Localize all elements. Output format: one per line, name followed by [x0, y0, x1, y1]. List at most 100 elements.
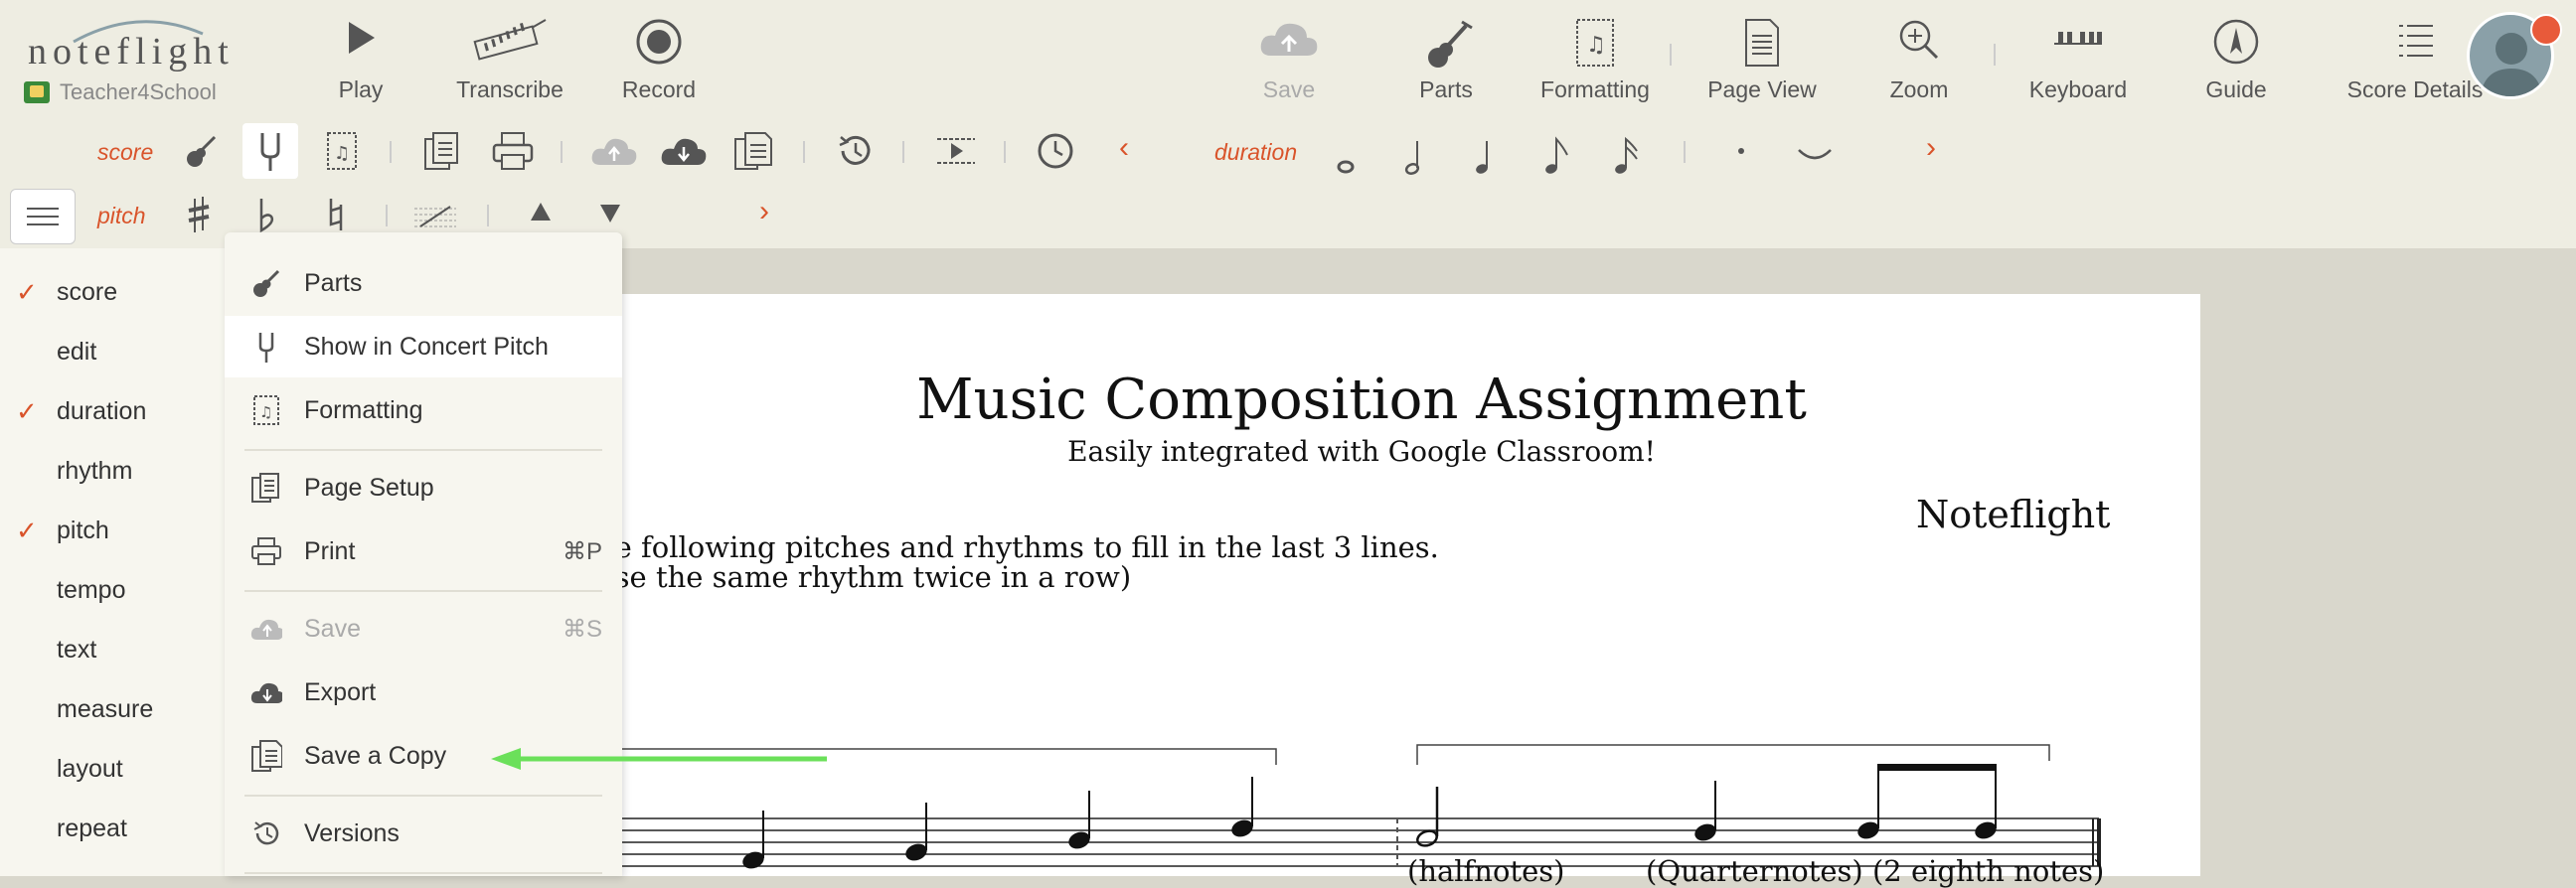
quarter-note-tool[interactable]: [1457, 127, 1513, 183]
score-page[interactable]: Music Composition Assignment Easily inte…: [596, 294, 2200, 888]
formatting-icon: ♫: [1576, 19, 1614, 67]
concert-pitch-tool[interactable]: [242, 123, 298, 179]
menu-divider: [244, 590, 602, 592]
versions-tool[interactable]: [827, 123, 883, 179]
shortcut-save: ⌘S: [562, 615, 602, 643]
formatting-tool[interactable]: ♫: [314, 123, 370, 179]
svg-text:♫: ♫: [259, 403, 272, 421]
chevron-right-icon[interactable]: ›: [1926, 131, 1936, 165]
menu-divider: [244, 449, 602, 451]
caption-halfnotes[interactable]: (halfnotes): [1407, 854, 1564, 888]
whole-note-icon: [1337, 160, 1355, 174]
menu-item-versions[interactable]: Versions: [225, 803, 622, 864]
user-account[interactable]: Teacher4School: [24, 79, 217, 105]
palette-item-layout[interactable]: layout: [0, 739, 225, 799]
transcribe-button[interactable]: Transcribe: [455, 10, 564, 109]
save-copy-tool[interactable]: [725, 123, 781, 179]
palette-item-edit[interactable]: edit: [0, 322, 225, 381]
palette-item-text[interactable]: text: [0, 620, 225, 679]
record-icon: [636, 19, 682, 65]
palette-item-pitch[interactable]: ✓ pitch: [0, 501, 225, 560]
menu-item-export[interactable]: Export: [225, 662, 622, 723]
tempo-tool[interactable]: [1028, 123, 1083, 179]
palette-menu-button[interactable]: [10, 189, 76, 244]
chevron-right-icon[interactable]: ›: [759, 195, 769, 228]
keyboard-pen-icon: [473, 19, 547, 61]
save-button[interactable]: Save: [1250, 10, 1328, 109]
music-staff[interactable]: [596, 731, 2200, 870]
score-title[interactable]: Music Composition Assignment: [596, 368, 2127, 432]
svg-text:♫: ♫: [1586, 33, 1606, 58]
menu-item-page-setup[interactable]: Page Setup: [225, 457, 622, 518]
score-subtitle[interactable]: Easily integrated with Google Classroom!: [596, 435, 2127, 468]
palette-item-score[interactable]: ✓ score: [0, 262, 225, 322]
hamburger-line: [27, 216, 59, 218]
score-instruction-2[interactable]: use the same rhythm twice in a row): [596, 560, 1131, 594]
annotation-arrow: [491, 748, 827, 770]
palette-item-rhythm[interactable]: rhythm: [0, 441, 225, 501]
bracket-right: [1416, 744, 2050, 765]
hamburger-line: [27, 208, 59, 210]
dot-tool[interactable]: [1713, 123, 1769, 179]
page-view-button[interactable]: Page View: [1707, 10, 1817, 109]
palette-list: ✓ score edit ✓ duration rhythm ✓ pitch temp…: [0, 248, 225, 876]
toolbar-separator: [1670, 44, 1672, 66]
flat-icon: [259, 199, 274, 233]
menu-item-parts[interactable]: Parts: [225, 252, 622, 314]
menu-item-formatting[interactable]: ♫ Formatting: [225, 379, 622, 441]
history-icon: [839, 135, 871, 165]
score-instruction-1[interactable]: he following pitches and rhythms to fill…: [596, 530, 1439, 564]
page-view-icon: [1745, 19, 1779, 67]
guide-button[interactable]: Guide: [2196, 10, 2276, 109]
separator: [487, 205, 489, 226]
palette-item-measure[interactable]: measure: [0, 679, 225, 739]
list-icon: [2399, 25, 2433, 57]
printer-icon: [492, 132, 534, 170]
toolbar-separator: [1994, 44, 1996, 66]
notification-badge[interactable]: [2530, 14, 2562, 46]
page-setup-tool[interactable]: [413, 123, 469, 179]
transpose-icon: [414, 206, 456, 227]
score-row-label: score: [97, 139, 154, 165]
page-setup-icon: [250, 472, 282, 504]
duration-row-label: duration: [1214, 139, 1298, 165]
cloud-upload-icon: [250, 613, 282, 645]
logo-text: noteflight: [28, 31, 235, 73]
menu-item-save[interactable]: Save ⌘S: [225, 598, 622, 660]
caption-quarter-eighth[interactable]: (Quarternotes) (2 eighth notes): [1646, 854, 2104, 888]
guitar-icon: [187, 135, 217, 167]
keyboard-button[interactable]: Keyboard: [2027, 10, 2129, 109]
sixteenth-note-icon: [1615, 136, 1638, 174]
username: Teacher4School: [60, 79, 217, 104]
chevron-left-icon[interactable]: ‹: [1119, 131, 1129, 165]
menu-divider: [244, 795, 602, 797]
score-composer[interactable]: Noteflight: [1916, 493, 2110, 536]
guitar-icon: [1428, 20, 1473, 68]
tie-tool[interactable]: [1787, 123, 1843, 179]
zoom-button[interactable]: Zoom: [1880, 10, 1958, 109]
play-button[interactable]: Play: [322, 10, 400, 109]
parts-tool[interactable]: [173, 123, 229, 179]
eighth-note-tool[interactable]: [1529, 127, 1584, 183]
export-tool[interactable]: [656, 123, 712, 179]
page-setup-icon: [424, 132, 458, 170]
half-note-tool[interactable]: [1387, 127, 1443, 183]
piano-keyboard-icon: [2054, 32, 2102, 45]
menu-item-concert-pitch[interactable]: Show in Concert Pitch: [225, 316, 622, 377]
noteflight-logo[interactable]: noteflight Teacher4School: [24, 14, 242, 113]
eighth-note-icon: [1545, 136, 1568, 174]
pitch-row-label: pitch: [97, 203, 146, 228]
playback-settings-tool[interactable]: [928, 123, 984, 179]
palette-item-repeat[interactable]: repeat: [0, 799, 225, 858]
sharp-tool[interactable]: [171, 187, 227, 242]
formatting-button[interactable]: ♫ Formatting: [1540, 10, 1650, 109]
print-tool[interactable]: [485, 123, 541, 179]
palette-item-tempo[interactable]: tempo: [0, 560, 225, 620]
record-button[interactable]: Record: [616, 10, 702, 109]
menu-item-print[interactable]: Print ⌘P: [225, 520, 622, 582]
parts-button[interactable]: Parts: [1409, 10, 1483, 109]
save-tool[interactable]: [586, 123, 642, 179]
sixteenth-note-tool[interactable]: [1598, 127, 1654, 183]
palette-item-duration[interactable]: ✓ duration: [0, 381, 225, 441]
whole-note-tool[interactable]: [1318, 127, 1373, 183]
